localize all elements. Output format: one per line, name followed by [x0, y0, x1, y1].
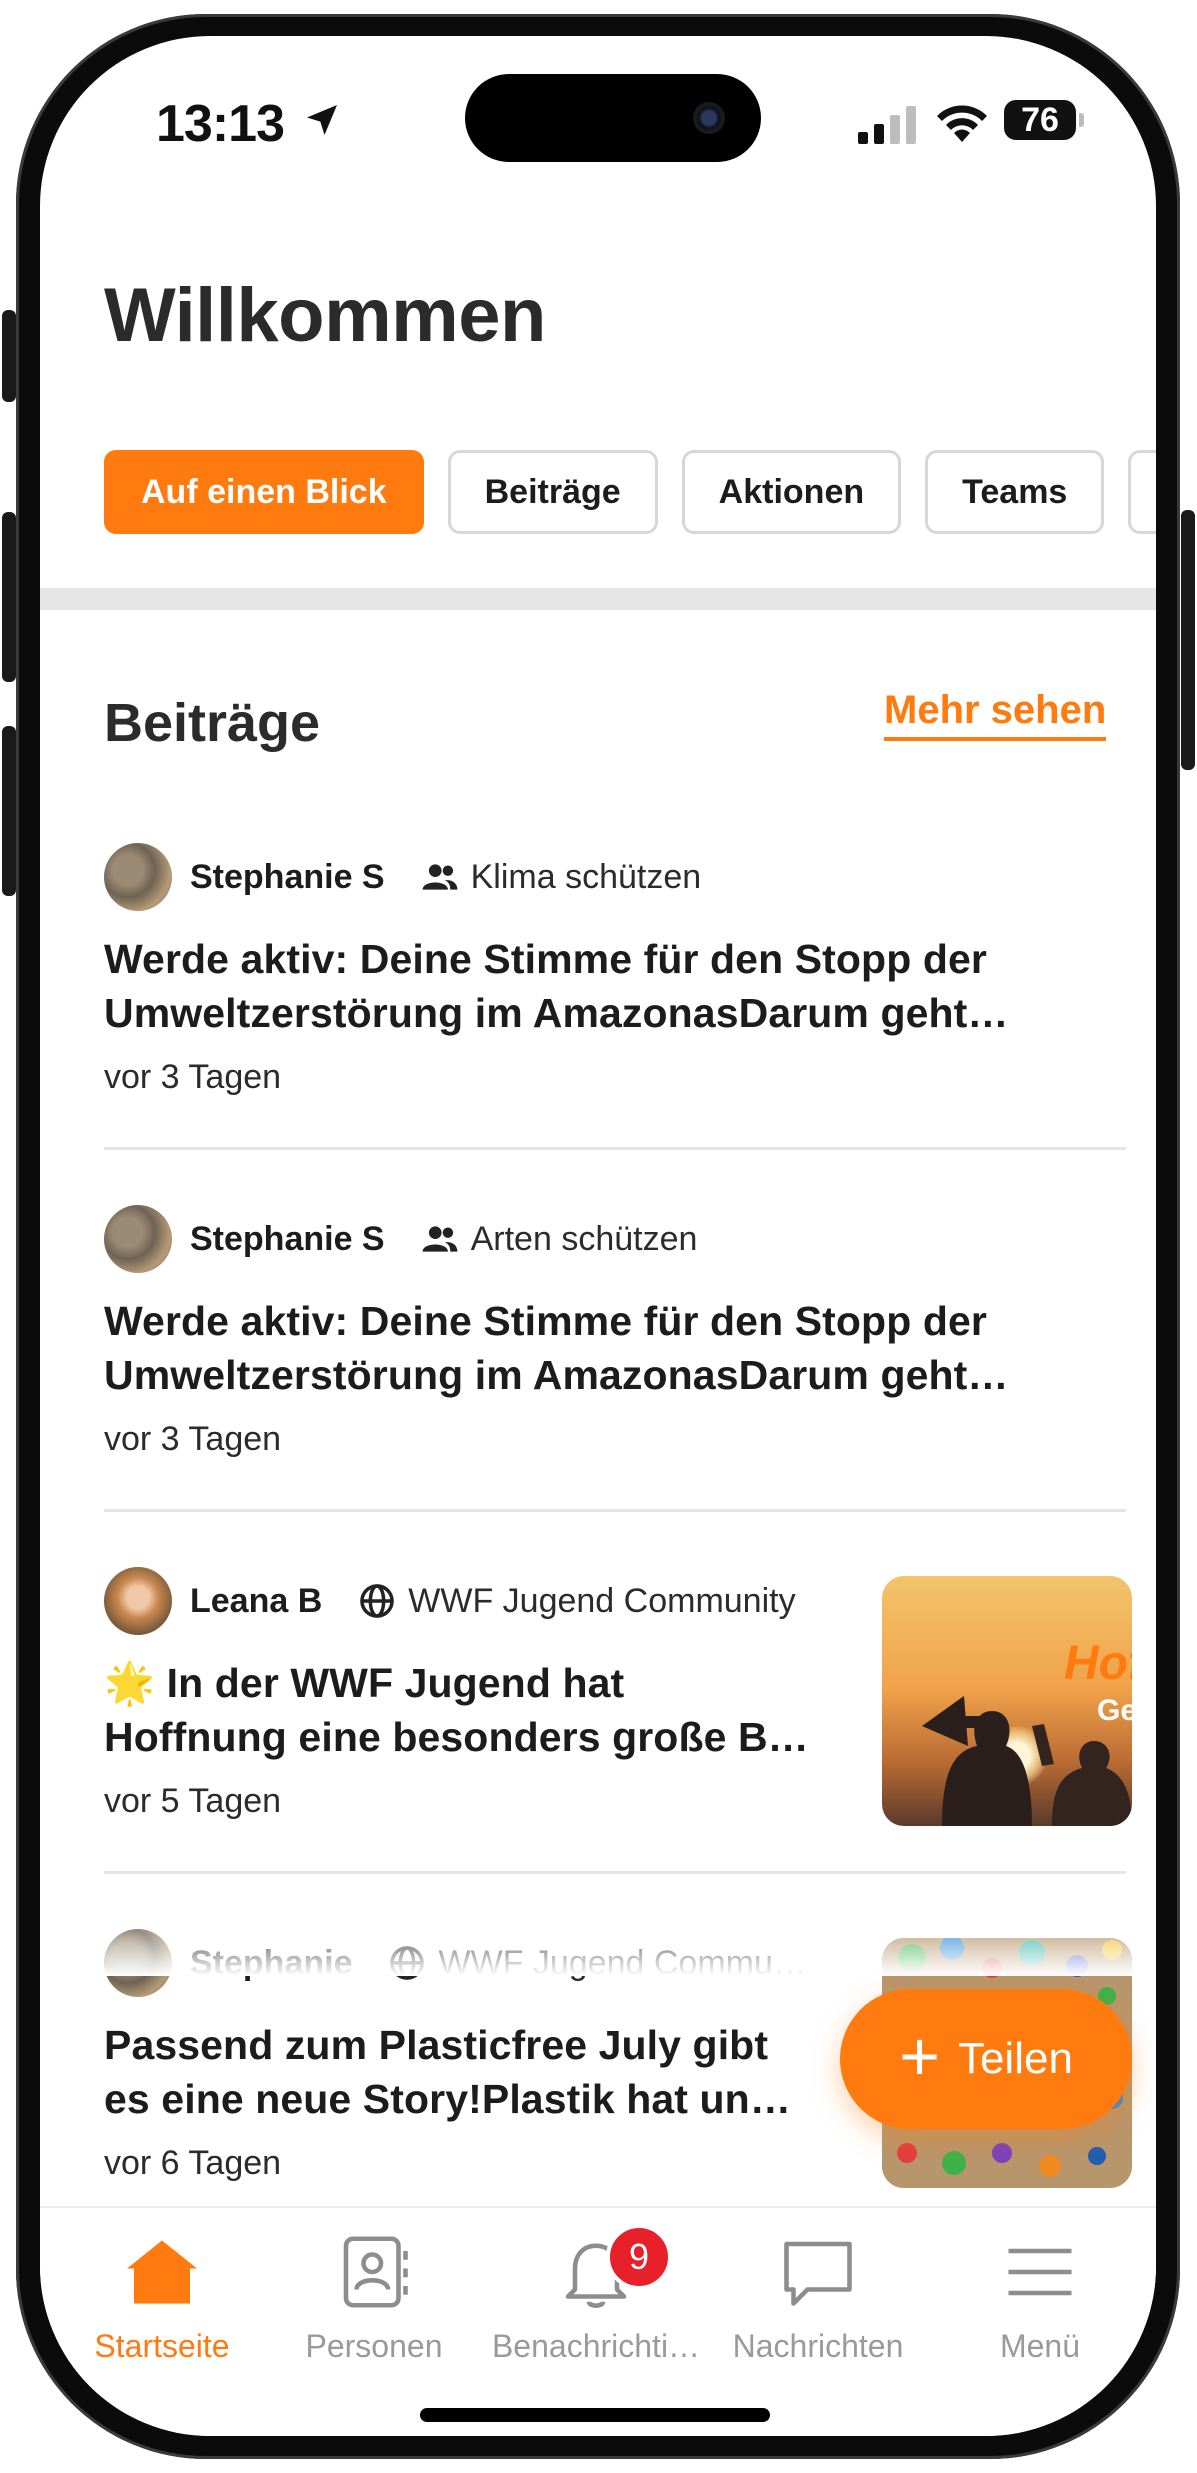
notification-badge: 9 [606, 2224, 672, 2290]
tab-teams[interactable]: Teams [925, 450, 1105, 534]
wifi-icon [937, 105, 987, 142]
silent-switch [2, 310, 16, 402]
post-title: 🌟 In der WWF Jugend hat Hoffnung eine be… [104, 1656, 824, 1764]
tab-auf-einen-blick[interactable]: Auf einen Blick [104, 450, 424, 534]
globe-icon [360, 1584, 395, 1618]
post-title-line: Hoffnung eine besonders große B… [104, 1714, 809, 1760]
tab-overflow[interactable]: S [1128, 450, 1156, 534]
tab-bar: Auf einen Blick Beiträge Aktionen Teams … [104, 450, 1156, 534]
post-date: vor 3 Tagen [104, 1058, 282, 1096]
page-title: Willkommen [104, 273, 546, 358]
chat-icon [784, 2241, 852, 2306]
dynamic-island [465, 74, 761, 162]
avatar [104, 1567, 172, 1635]
post-author[interactable]: Stephanie S [190, 1220, 385, 1259]
cellular-signal-icon [858, 106, 916, 144]
scroll-fade [40, 1916, 1156, 1976]
post-title: Werde aktiv: Deine Stimme für den Stopp … [104, 1298, 1009, 1398]
post-separator [104, 1147, 1126, 1150]
section-divider [40, 588, 1156, 610]
post-title-line: es eine neue Story!Plastik hat un… [104, 2076, 791, 2122]
post-group[interactable]: WWF Jugend Community [408, 1582, 795, 1621]
screen: 13:13 76 Willkommen Auf einen Blick Beit… [40, 36, 1156, 2436]
nav-benachrichtigungen[interactable]: 9 Benachrichti… [486, 2224, 706, 2365]
plus-icon: + [899, 2017, 940, 2095]
avatar [104, 1205, 172, 1273]
bottom-nav: Startseite Personen 9 Benachrichti… Nach… [40, 2206, 1156, 2436]
volume-up-button [2, 512, 16, 682]
post-title-line: 🌟 In der WWF Jugend hat [104, 1660, 625, 1706]
camera-icon [693, 102, 725, 134]
thumb-text: Hoff [1064, 1637, 1132, 1690]
post-author[interactable]: Leana B [190, 1582, 322, 1621]
thumb-text-2: Ge [1097, 1694, 1132, 1727]
people-icon [422, 1226, 458, 1252]
post-card[interactable]: Stephanie S Arten schützen Werde aktiv: … [104, 1204, 1126, 1459]
nav-label: Benachrichti… [491, 2328, 701, 2364]
contacts-icon [343, 2236, 408, 2308]
nav-personen[interactable]: Personen [264, 2230, 484, 2365]
post-title: Passend zum Plasticfree July gibt es ein… [104, 2018, 844, 2126]
home-icon [127, 2240, 197, 2304]
post-author[interactable]: Stephanie S [190, 858, 385, 897]
status-time: 13:13 [156, 95, 285, 153]
nav-nachrichten[interactable]: Nachrichten [708, 2230, 928, 2365]
post-group[interactable]: Klima schützen [471, 858, 702, 897]
phone-frame: 13:13 76 Willkommen Auf einen Blick Beit… [16, 14, 1180, 2459]
nav-startseite[interactable]: Startseite [52, 2230, 272, 2365]
post-card[interactable]: Stephanie S Klima schützen Werde aktiv: … [104, 842, 1126, 1097]
nav-menue[interactable]: Menü [930, 2230, 1150, 2365]
share-button-label: Teilen [957, 2034, 1073, 2083]
nav-label: Nachrichten [732, 2328, 904, 2364]
section-title: Beiträge [104, 693, 321, 753]
post-separator [104, 1871, 1126, 1874]
tab-beitraege[interactable]: Beiträge [447, 450, 658, 534]
avatar [104, 843, 172, 911]
nav-label: Personen [305, 2328, 443, 2364]
more-link[interactable]: Mehr sehen [884, 688, 1107, 741]
battery-indicator: 76 [1004, 100, 1084, 140]
post-thumbnail[interactable]: Hoff Ge [882, 1576, 1132, 1826]
share-button[interactable]: + Teilen [840, 1989, 1132, 2129]
post-title-line: Passend zum Plasticfree July gibt [104, 2022, 769, 2068]
nav-label: Menü [999, 2328, 1081, 2364]
post-date: vor 3 Tagen [104, 1420, 282, 1458]
post-separator [104, 1509, 1126, 1512]
post-group[interactable]: Arten schützen [471, 1220, 698, 1259]
volume-down-button [2, 726, 16, 896]
location-arrow-icon [307, 105, 337, 135]
home-indicator[interactable] [420, 2408, 770, 2422]
people-icon [422, 864, 458, 890]
post-title: Werde aktiv: Deine Stimme für den Stopp … [104, 936, 1009, 1036]
tab-aktionen[interactable]: Aktionen [681, 450, 902, 534]
menu-icon [1008, 2248, 1072, 2296]
power-button [1181, 510, 1195, 770]
nav-label: Startseite [94, 2328, 230, 2364]
